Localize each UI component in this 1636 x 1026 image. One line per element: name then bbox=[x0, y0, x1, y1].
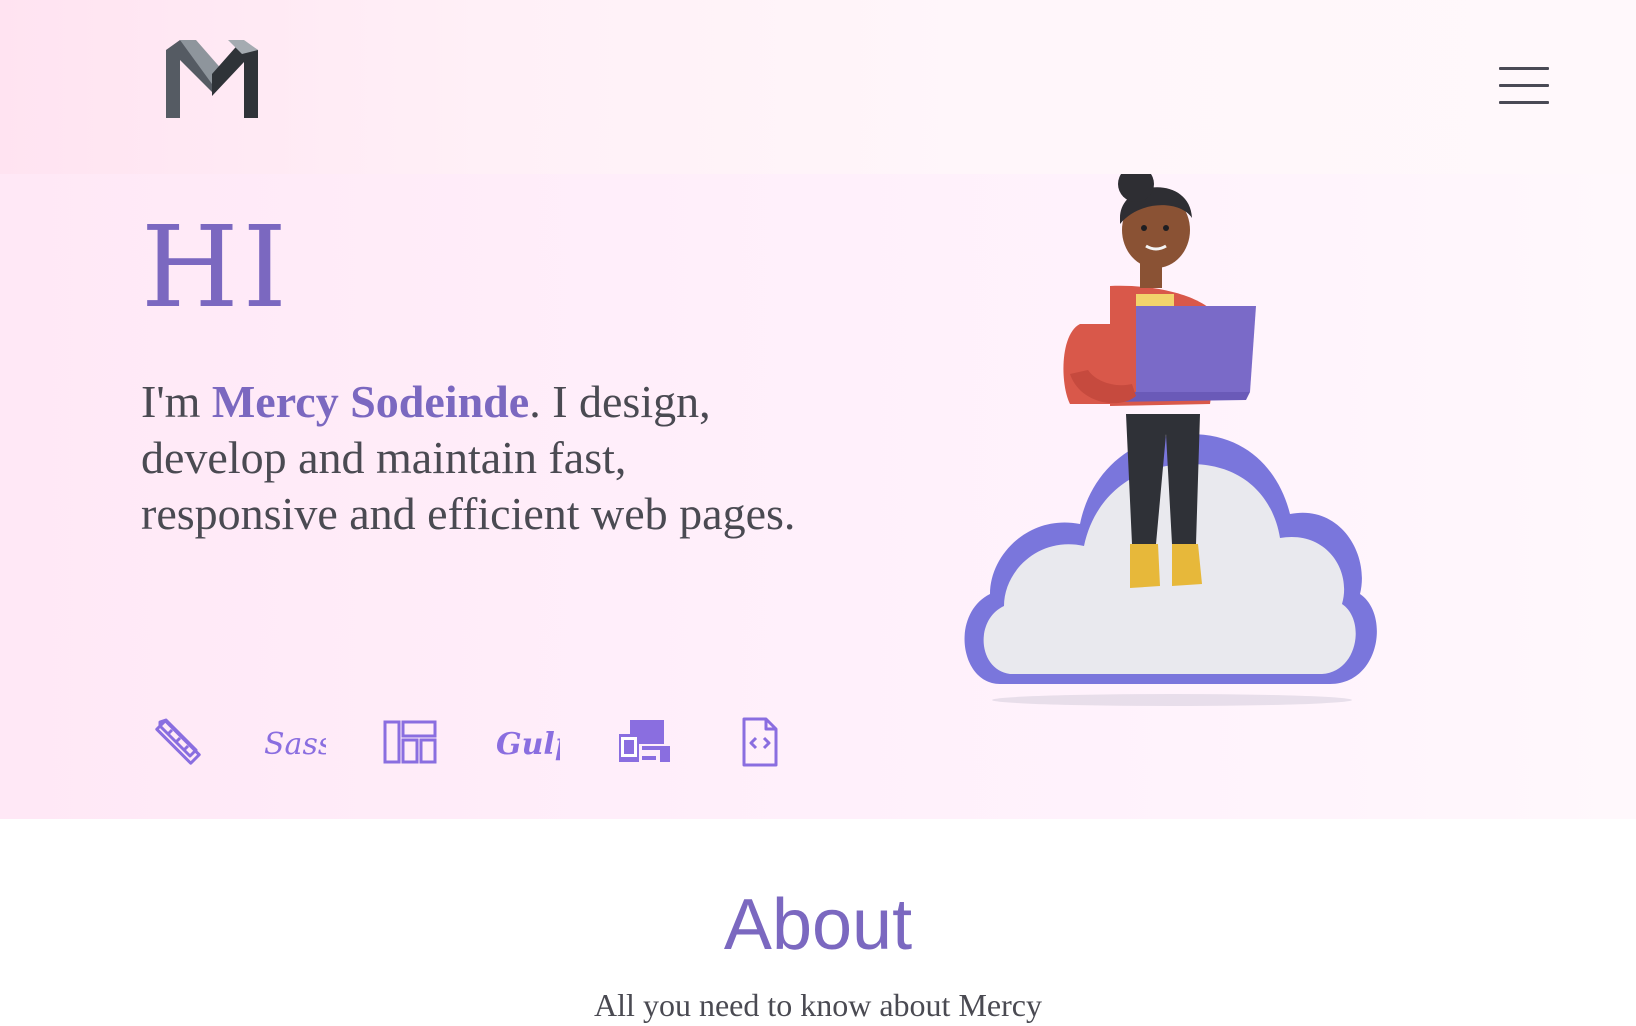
responsive-devices-icon bbox=[616, 716, 672, 768]
menu-bar bbox=[1499, 67, 1549, 70]
gulp-icon: Gulp bbox=[494, 716, 560, 768]
hamburger-menu-button[interactable] bbox=[1496, 62, 1552, 108]
about-section: About All you need to know about Mercy bbox=[0, 819, 1636, 1026]
design-tools-icon bbox=[150, 716, 206, 768]
hero-intro: I'm Mercy Sodeinde. I design, develop an… bbox=[141, 374, 831, 542]
sass-label: Sass bbox=[264, 727, 326, 762]
hero-illustration bbox=[960, 166, 1380, 744]
menu-bar bbox=[1499, 101, 1549, 104]
woman-on-cloud-illustration-icon bbox=[964, 166, 1377, 706]
m-monogram-logo-icon bbox=[166, 40, 258, 118]
menu-bar bbox=[1499, 84, 1549, 87]
gulp-label: Gulp bbox=[496, 727, 560, 762]
hero-name: Mercy Sodeinde bbox=[211, 376, 530, 427]
code-file-icon bbox=[732, 716, 788, 768]
site-header bbox=[0, 0, 1636, 174]
logo[interactable] bbox=[166, 40, 258, 118]
about-subtitle: All you need to know about Mercy bbox=[594, 987, 1042, 1023]
about-title: About bbox=[723, 885, 913, 965]
sass-icon: Sass bbox=[262, 716, 326, 768]
intro-prefix: I'm bbox=[141, 376, 212, 427]
layout-icon bbox=[382, 716, 438, 768]
hero-greeting: HI bbox=[141, 203, 291, 333]
